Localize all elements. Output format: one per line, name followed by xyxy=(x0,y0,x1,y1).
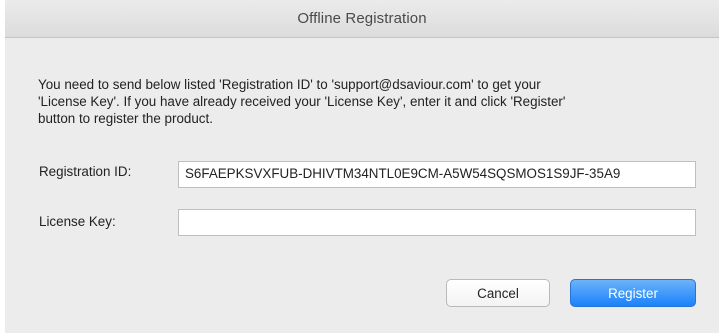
instruction-message: You need to send below listed 'Registrat… xyxy=(38,76,708,127)
instruction-line: 'License Key'. If you have already recei… xyxy=(38,94,566,109)
registration-id-field[interactable]: S6FAEPKSVXFUB-DHIVTM34NTL0E9CM-A5W54SQSM… xyxy=(178,161,696,188)
registration-id-label: Registration ID: xyxy=(39,164,132,179)
register-button[interactable]: Register xyxy=(570,279,696,307)
cancel-button[interactable]: Cancel xyxy=(446,279,550,307)
instruction-line: You need to send below listed 'Registrat… xyxy=(38,77,541,92)
license-key-label: License Key: xyxy=(39,214,116,229)
window-title: Offline Registration xyxy=(297,10,427,27)
title-bar[interactable]: Offline Registration xyxy=(5,0,719,38)
dialog-content: You need to send below listed 'Registrat… xyxy=(5,38,719,333)
instruction-line: button to register the product. xyxy=(38,111,213,126)
license-key-input[interactable] xyxy=(178,209,696,236)
offline-registration-dialog: Offline Registration You need to send be… xyxy=(0,0,719,333)
